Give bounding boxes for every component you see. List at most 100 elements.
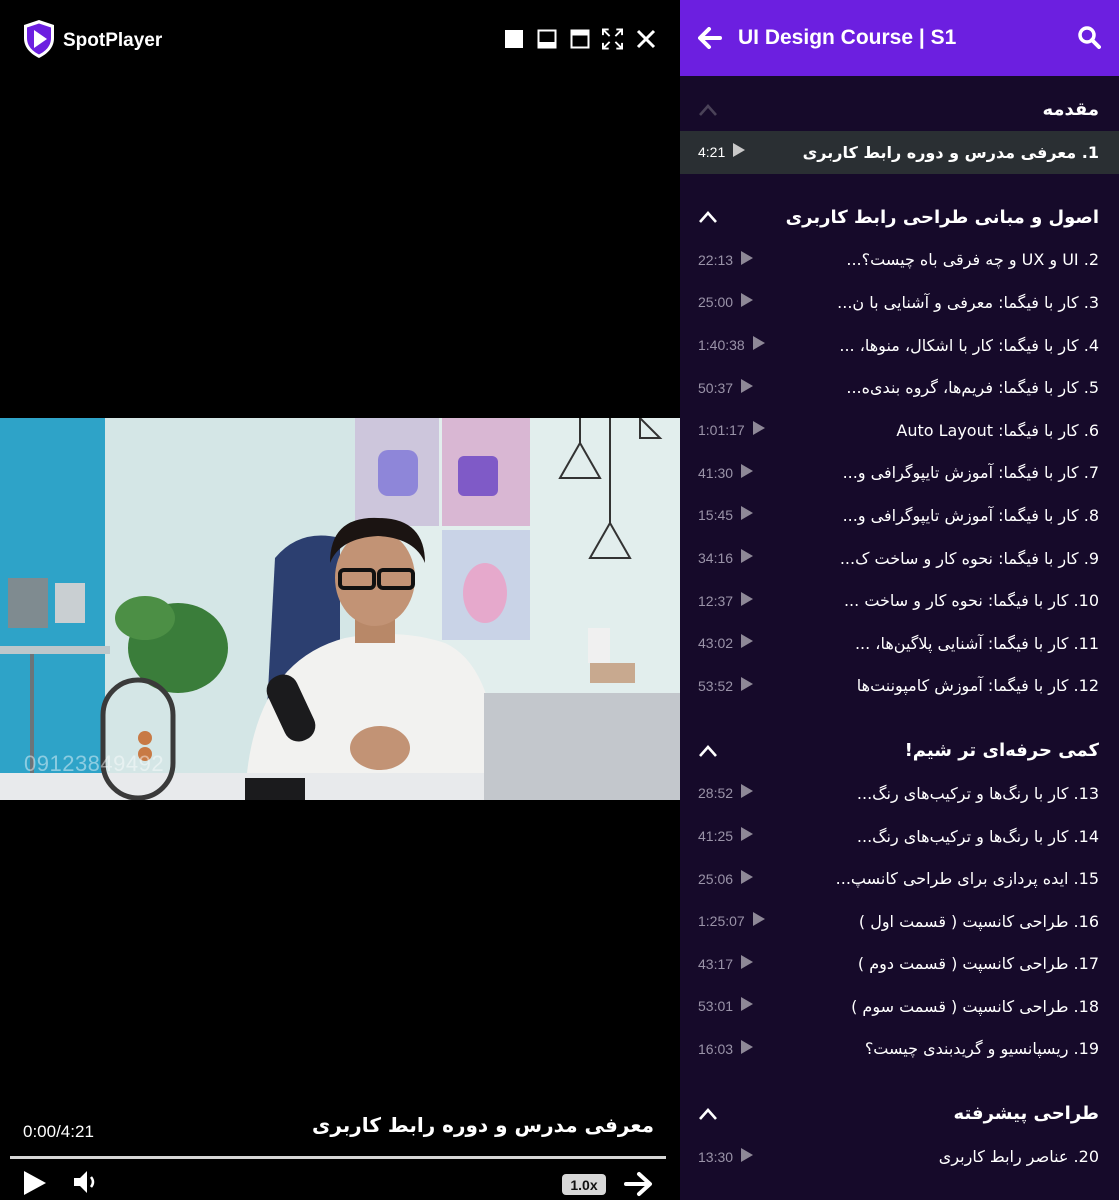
play-icon[interactable] — [752, 420, 766, 440]
lesson-meta: 25:00 — [698, 292, 754, 312]
lesson-title: 18. طراحی کانسپت ( قسمت سوم ) — [851, 996, 1099, 1016]
lesson-meta: 16:03 — [698, 1039, 754, 1059]
lesson-title: 11. کار با فیگما: آشنایی پلاگین‌ها، ... — [854, 633, 1099, 653]
lesson-duration: 50:37 — [698, 379, 734, 396]
play-icon[interactable] — [740, 869, 754, 889]
player-controls: 0:00/4:21 معرفی مدرس و دوره رابط کاربری … — [0, 1105, 680, 1200]
play-icon[interactable] — [740, 676, 754, 696]
lesson-item[interactable]: 13. کار با رنگ‌ها و ترکیب‌های رنگ... 28:5… — [680, 772, 1119, 815]
lesson-item[interactable]: 19. ریسپانسیو و گریدبندی چیست؟ 16:03 — [680, 1028, 1119, 1071]
lesson-meta: 28:52 — [698, 783, 754, 803]
playback-speed-button[interactable]: 1.0x — [562, 1174, 606, 1195]
lesson-meta: 50:37 — [698, 378, 754, 398]
video-frame[interactable]: 09123849492 — [0, 418, 680, 800]
play-icon[interactable] — [752, 911, 766, 931]
lesson-title: 3. کار با فیگما: معرفی و آشنایی با ن... — [837, 292, 1099, 312]
lesson-duration: 15:45 — [698, 507, 734, 524]
lesson-item[interactable]: 10. کار با فیگما: نحوه کار و ساخت ... 12:… — [680, 579, 1119, 622]
lesson-item[interactable]: 2. UI و UX و چه فرقی باه چیست؟... 22:13 — [680, 239, 1119, 282]
lesson-title: 1. معرفی مدرس و دوره رابط کاربری — [802, 142, 1099, 162]
play-icon[interactable] — [740, 633, 754, 653]
lesson-duration: 34:16 — [698, 550, 734, 567]
playlist-section: مقدمه 1. معرفی مدرس و دوره رابط کاربری 4:2… — [680, 88, 1119, 174]
chevron-up-icon[interactable] — [698, 207, 718, 227]
minimize-panel-icon[interactable] — [536, 28, 557, 49]
section-header[interactable]: اصول و مبانی طراحی رابط کاربری — [680, 196, 1119, 239]
time-display: 0:00/4:21 — [23, 1122, 94, 1141]
lesson-item[interactable]: 18. طراحی کانسپت ( قسمت سوم ) 53:01 — [680, 985, 1119, 1028]
next-arrow-icon[interactable] — [624, 1171, 654, 1200]
lesson-item[interactable]: 4. کار با فیگما: کار با اشکال، منوها، ..… — [680, 324, 1119, 367]
play-icon[interactable] — [740, 1147, 754, 1167]
lesson-item[interactable]: 3. کار با فیگما: معرفی و آشنایی با ن... 2… — [680, 281, 1119, 324]
lesson-meta: 12:37 — [698, 591, 754, 611]
lesson-item[interactable]: 5. کار با فیگما: فریم‌ها، گروه بندی‌ه...… — [680, 366, 1119, 409]
search-icon[interactable] — [1077, 25, 1101, 53]
play-icon[interactable] — [740, 292, 754, 312]
lesson-item[interactable]: 15. ایده پردازی برای طراحی کانسپ... 25:06 — [680, 857, 1119, 900]
lesson-title: 13. کار با رنگ‌ها و ترکیب‌های رنگ... — [856, 783, 1099, 803]
lesson-duration: 1:01:17 — [698, 422, 745, 439]
play-icon[interactable] — [740, 463, 754, 483]
lesson-title: 17. طراحی کانسپت ( قسمت دوم ) — [857, 954, 1099, 974]
lesson-title: 14. کار با رنگ‌ها و ترکیب‌های رنگ... — [856, 826, 1099, 846]
lesson-duration: 1:40:38 — [698, 337, 745, 354]
chevron-up-icon[interactable] — [698, 741, 718, 761]
playlist-panel: UI Design Course | S1 مقدمه 1. معرفی مدرس… — [680, 0, 1119, 1200]
play-icon[interactable] — [740, 591, 754, 611]
play-icon[interactable] — [740, 378, 754, 398]
lesson-title: 8. کار با فیگما: آموزش تایپوگرافی و... — [842, 505, 1099, 525]
lesson-item[interactable]: 8. کار با فیگما: آموزش تایپوگرافی و... 15… — [680, 494, 1119, 537]
now-playing-title: معرفی مدرس و دوره رابط کاربری — [312, 1113, 654, 1137]
lesson-item[interactable]: 6. کار با فیگما: Auto Layout 1:01:17 — [680, 409, 1119, 452]
maximize-icon[interactable] — [569, 28, 590, 49]
chevron-up-icon[interactable] — [698, 1104, 718, 1124]
play-icon[interactable] — [740, 250, 754, 270]
seek-bar[interactable] — [10, 1156, 666, 1159]
spotplayer-logo-icon — [22, 19, 56, 63]
lesson-item[interactable]: 16. طراحی کانسپت ( قسمت اول ) 1:25:07 — [680, 900, 1119, 943]
lesson-meta: 1:25:07 — [698, 911, 766, 931]
play-icon[interactable] — [740, 996, 754, 1016]
lesson-item[interactable]: 12. کار با فیگما: آموزش کامپوننت‌ها 53:52 — [680, 665, 1119, 708]
play-icon[interactable] — [740, 826, 754, 846]
play-icon[interactable] — [740, 954, 754, 974]
lesson-meta: 1:01:17 — [698, 420, 766, 440]
close-icon[interactable] — [635, 28, 656, 49]
section-title: کمی حرفه‌ای تر شیم! — [904, 740, 1099, 762]
play-icon[interactable] — [752, 335, 766, 355]
video-player: SpotPlayer 09123849492 0:00/4:21 معرفی م… — [0, 0, 680, 1200]
lesson-duration: 13:30 — [698, 1148, 734, 1165]
brand-name: SpotPlayer — [63, 30, 163, 51]
play-icon[interactable] — [740, 505, 754, 525]
play-icon[interactable] — [22, 1169, 48, 1200]
play-icon[interactable] — [740, 548, 754, 568]
fullscreen-icon[interactable] — [602, 28, 623, 49]
lesson-item[interactable]: 20. عناصر رابط کاربری 13:30 — [680, 1135, 1119, 1178]
section-header[interactable]: کمی حرفه‌ای تر شیم! — [680, 729, 1119, 772]
square-icon[interactable] — [503, 28, 524, 49]
play-icon[interactable] — [732, 142, 746, 162]
lesson-meta: 53:01 — [698, 996, 754, 1016]
lesson-duration: 43:02 — [698, 635, 734, 652]
back-arrow-icon[interactable] — [698, 25, 724, 51]
lesson-item[interactable]: 7. کار با فیگما: آموزش تایپوگرافی و... 41… — [680, 452, 1119, 495]
lesson-item[interactable]: 17. طراحی کانسپت ( قسمت دوم ) 43:17 — [680, 943, 1119, 986]
lesson-meta: 25:06 — [698, 869, 754, 889]
lesson-duration: 16:03 — [698, 1040, 734, 1057]
chevron-up-icon[interactable] — [698, 100, 718, 120]
section-header[interactable]: مقدمه — [680, 88, 1119, 131]
lesson-item[interactable]: 1. معرفی مدرس و دوره رابط کاربری 4:21 — [680, 131, 1119, 174]
lesson-meta: 53:52 — [698, 676, 754, 696]
section-header[interactable]: طراحی پیشرفته — [680, 1092, 1119, 1135]
lesson-item[interactable]: 11. کار با فیگما: آشنایی پلاگین‌ها، ... 4… — [680, 622, 1119, 665]
window-controls — [503, 28, 656, 49]
volume-icon[interactable] — [72, 1168, 100, 1200]
lesson-duration: 41:25 — [698, 828, 734, 845]
play-icon[interactable] — [740, 783, 754, 803]
lesson-title: 15. ایده پردازی برای طراحی کانسپ... — [835, 869, 1099, 889]
lesson-item[interactable]: 9. کار با فیگما: نحوه کار و ساخت ک... 34:… — [680, 537, 1119, 580]
lesson-meta: 22:13 — [698, 250, 754, 270]
play-icon[interactable] — [740, 1039, 754, 1059]
lesson-item[interactable]: 14. کار با رنگ‌ها و ترکیب‌های رنگ... 41:2… — [680, 815, 1119, 858]
